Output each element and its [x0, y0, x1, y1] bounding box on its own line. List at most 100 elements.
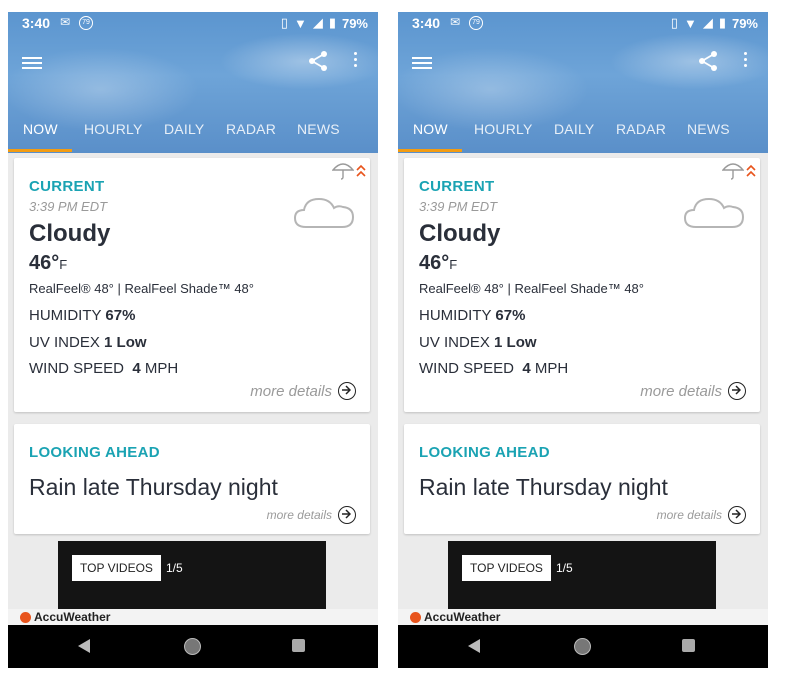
current-conditions-card[interactable]: CURRENT 3:39 PM EDT Cloudy 46°F RealFeel… [14, 158, 370, 412]
back-icon[interactable] [468, 639, 480, 653]
current-heading: CURRENT [419, 178, 495, 195]
recent-apps-icon[interactable] [292, 639, 305, 652]
menu-icon[interactable] [22, 54, 42, 70]
more-details-label: more details [640, 382, 722, 400]
uv-label: UV INDEX [419, 334, 490, 351]
share-icon[interactable] [697, 50, 719, 72]
top-videos-panel[interactable]: TOP VIDEOS 1/5 [448, 541, 716, 609]
condition-text: Cloudy [419, 220, 501, 247]
temperature-value: 46° [29, 252, 60, 274]
wind-unit: MPH [534, 360, 569, 377]
back-icon[interactable] [78, 639, 90, 653]
temperature-unit: F [59, 257, 68, 272]
tab-daily[interactable]: DAILY [164, 121, 204, 137]
current-conditions-card[interactable]: CURRENT 3:39 PM EDT Cloudy 46°F RealFeel… [404, 158, 760, 412]
condition-text: Cloudy [29, 220, 111, 247]
vibrate-icon: ▯ [670, 15, 678, 30]
kebab-icon[interactable] [352, 52, 358, 70]
tab-daily[interactable]: DAILY [554, 121, 594, 137]
battery-percent: 79% [341, 15, 368, 31]
phone-screen-left: 3:40 ✉ 79 ▯ ▼ ◢ ▮ 79% NOW HOURLY DAILY R… [8, 12, 378, 668]
accuweather-logo-icon [20, 612, 31, 623]
chevron-up-icon [356, 164, 366, 177]
menu-icon[interactable] [412, 54, 432, 70]
tab-now[interactable]: NOW [23, 121, 58, 137]
arrow-right-circle-icon [728, 382, 746, 400]
arrow-right-circle-icon [338, 506, 356, 524]
top-videos-label: TOP VIDEOS [462, 555, 551, 581]
status-bar: 3:40 ✉ 79 ▯ ▼ ◢ ▮ 79% [398, 12, 768, 34]
more-details-link[interactable]: more details [250, 382, 356, 400]
tab-news[interactable]: NEWS [687, 121, 730, 137]
tab-news[interactable]: NEWS [297, 121, 340, 137]
temperature-unit: F [449, 257, 458, 272]
realfeel-text: RealFeel® 48° | RealFeel Shade™ 48° [419, 281, 644, 296]
wind-unit: MPH [144, 360, 179, 377]
notification-badge: 79 [469, 16, 483, 30]
recent-apps-icon[interactable] [682, 639, 695, 652]
wind-value: 4 [522, 360, 531, 377]
tab-now[interactable]: NOW [413, 121, 448, 137]
humidity-value: 67% [105, 307, 136, 324]
video-counter: 1/5 [166, 561, 183, 575]
share-icon[interactable] [307, 50, 329, 72]
umbrella-icon [722, 163, 744, 180]
brand-bar: AccuWeather [398, 609, 768, 625]
vibrate-icon: ▯ [280, 15, 288, 30]
looking-ahead-card[interactable]: LOOKING AHEAD Rain late Thursday night m… [404, 424, 760, 534]
status-bar: 3:40 ✉ 79 ▯ ▼ ◢ ▮ 79% [8, 12, 378, 34]
uv-label: UV INDEX [29, 334, 100, 351]
status-time: 3:40 [412, 15, 441, 31]
brand-name: AccuWeather [34, 610, 111, 624]
temperature: 46°F [419, 252, 457, 275]
umbrella-icon [332, 163, 354, 180]
top-videos-label: TOP VIDEOS [72, 555, 161, 581]
looking-ahead-text: Rain late Thursday night [29, 474, 278, 500]
wind-label: WIND SPEED [419, 360, 515, 377]
tab-bar: NOW HOURLY DAILY RADAR NEWS [8, 118, 378, 153]
battery-icon: ▮ [718, 15, 726, 30]
looking-ahead-card[interactable]: LOOKING AHEAD Rain late Thursday night m… [14, 424, 370, 534]
cloud-icon [293, 197, 355, 228]
battery-percent: 79% [731, 15, 758, 31]
top-videos-panel[interactable]: TOP VIDEOS 1/5 [58, 541, 326, 609]
home-icon[interactable] [574, 638, 591, 655]
more-details-label: more details [656, 508, 722, 522]
accuweather-logo-icon [410, 612, 421, 623]
more-details-link[interactable]: more details [657, 506, 746, 524]
more-details-link[interactable]: more details [640, 382, 746, 400]
looking-ahead-text: Rain late Thursday night [419, 474, 668, 500]
home-icon[interactable] [184, 638, 201, 655]
more-details-label: more details [266, 508, 332, 522]
temperature-value: 46° [419, 252, 450, 274]
active-tab-indicator [8, 149, 72, 152]
humidity-row: HUMIDITY 67% [419, 307, 525, 324]
kebab-icon[interactable] [742, 52, 748, 70]
brand-bar: AccuWeather [8, 609, 378, 625]
uv-row: UV INDEX 1 Low [29, 334, 147, 351]
chevron-up-icon [746, 164, 756, 177]
more-details-link[interactable]: more details [267, 506, 356, 524]
tab-hourly[interactable]: HOURLY [84, 121, 143, 137]
humidity-row: HUMIDITY 67% [29, 307, 135, 324]
mail-icon: ✉ [450, 15, 461, 29]
video-counter: 1/5 [556, 561, 573, 575]
notification-badge: 79 [79, 16, 93, 30]
tab-radar[interactable]: RADAR [226, 121, 276, 137]
phone-screen-right: 3:40 ✉ 79 ▯ ▼ ◢ ▮ 79% NOW HOURLY DAILY R… [398, 12, 768, 668]
app-header: 3:40 ✉ 79 ▯ ▼ ◢ ▮ 79% NOW HOURLY DAILY R… [8, 12, 378, 153]
system-nav-bar [8, 625, 378, 668]
tab-radar[interactable]: RADAR [616, 121, 666, 137]
mail-icon: ✉ [60, 15, 71, 29]
arrow-right-circle-icon [338, 382, 356, 400]
status-time: 3:40 [22, 15, 51, 31]
uv-value: 1 Low [494, 334, 537, 351]
tab-hourly[interactable]: HOURLY [474, 121, 533, 137]
wifi-icon: ▼ [683, 15, 697, 31]
status-icons: ▯ ▼ ◢ ▮ 79% [671, 15, 758, 31]
signal-icon: ◢ [702, 15, 713, 30]
current-heading: CURRENT [29, 178, 105, 195]
realfeel-text: RealFeel® 48° | RealFeel Shade™ 48° [29, 281, 254, 296]
looking-ahead-heading: LOOKING AHEAD [419, 444, 550, 461]
humidity-label: HUMIDITY [419, 307, 492, 324]
